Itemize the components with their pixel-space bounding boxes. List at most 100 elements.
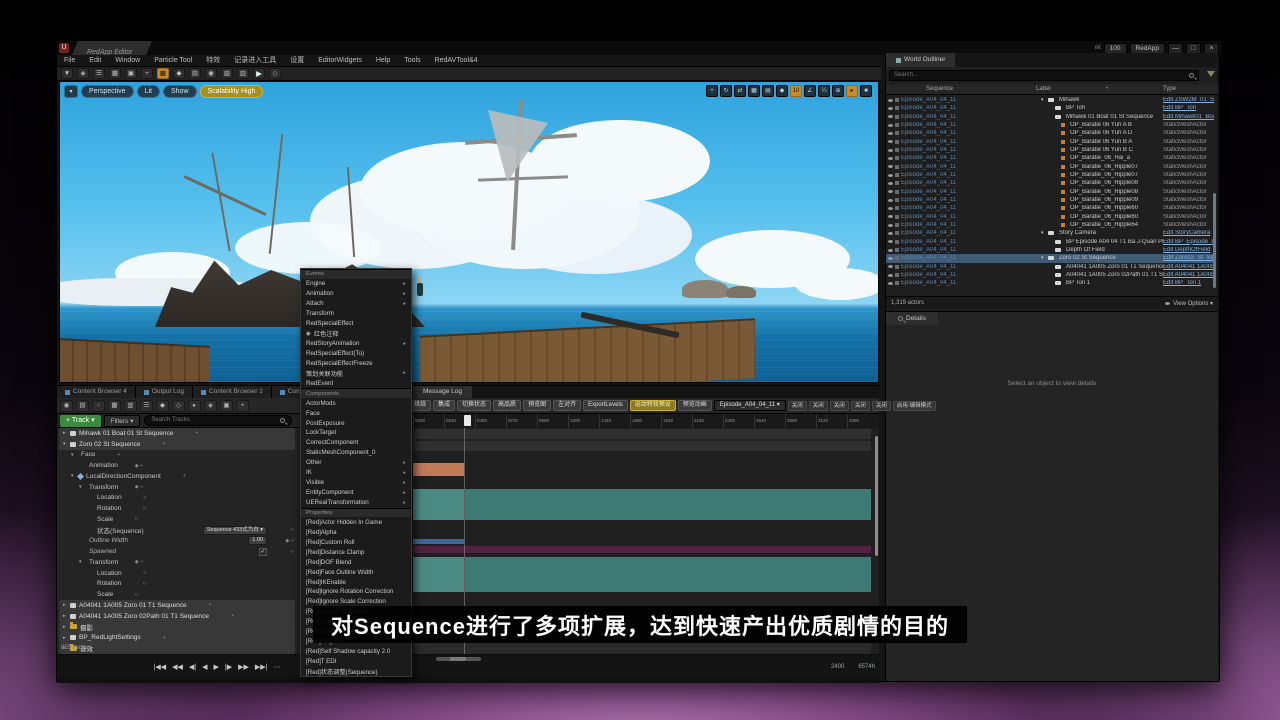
track-row[interactable]: ▸ 摄影 [59,622,295,633]
track-checkbox[interactable]: ✓ [259,548,267,556]
package-count-chip[interactable]: 100 [1104,43,1127,54]
type-cell[interactable]: Edit DepthOfField [1163,247,1214,253]
toolbar-icon[interactable]: ▤ [189,68,201,79]
context-menu-item[interactable]: [Red]状态调整(Sequence) [301,667,411,677]
track-row-controls[interactable]: ‹› [269,549,297,555]
viewport-tool-icon[interactable]: 10 [790,85,802,97]
context-menu-item[interactable]: [Red]Ignore Rotation Correction [301,587,411,597]
type-cell[interactable]: StaticMeshActor [1163,197,1214,203]
track-expand-icon[interactable]: ▾ [79,559,86,565]
scalability-badge[interactable]: Scalability High [200,85,264,98]
range-end[interactable]: 6574h [858,664,875,670]
type-cell[interactable]: Edit BP_Episode_A0 [1163,239,1214,245]
transport-button[interactable]: ▶▶ [238,663,249,673]
sequencer-tool-icon[interactable]: ▦ [108,400,121,412]
outliner-row[interactable]: Episode_A04_04_11 OP_Baratie 06 Yun A B … [886,121,1214,129]
viewport-tool-icon[interactable]: ⊕ [832,85,844,97]
episode-dropdown[interactable]: Episode_A04_04_11 ▾ [714,400,786,411]
expand-arrow-icon[interactable]: ▾ [1041,255,1046,261]
context-menu-item[interactable]: Other ▸ [301,458,411,468]
toolbar-icon[interactable]: ▼ [61,68,73,79]
mini-action-button[interactable]: 关闭 [809,401,828,411]
toolbar-icon[interactable]: ▣ [125,68,137,79]
outliner-row[interactable]: Episode_A04_04_11 OP_Baratie_06_Ripple09… [886,196,1214,204]
track-row-controls[interactable]: ◆ + [118,463,146,469]
lit-dropdown[interactable]: Lit [137,85,160,98]
viewport-tool-icon[interactable]: ▤ [762,85,774,97]
track-expand-icon[interactable]: ▸ [63,613,70,619]
eye-icon[interactable] [888,132,893,135]
viewport-tool-icon[interactable]: + [706,85,718,97]
toolbar-icon[interactable]: ▦ [109,68,121,79]
context-menu-item[interactable]: Properties [301,508,411,518]
menu-item[interactable]: 特效 [199,55,227,67]
context-menu-item[interactable]: IK ▸ [301,468,411,478]
outliner-row[interactable]: Episode_A04_04_11 Mihawk 01 Boat 01 St S… [886,113,1214,121]
column-type[interactable]: Type [1163,86,1218,92]
outliner-row[interactable]: Episode_A04_04_11 OP_Baratie_06_Ripple64… [886,221,1214,229]
sequencer-tool-icon[interactable]: ◇ [172,400,185,412]
sequencer-tool-icon[interactable]: ◉ [60,400,73,412]
timeline-horizontal-scrollbar[interactable] [436,657,481,661]
column-sequence[interactable]: Sequence [886,86,1036,92]
toolbar-icon[interactable]: ▧ [221,68,233,79]
dock-tab[interactable]: Content Browser 4 [57,386,136,398]
eye-icon[interactable] [888,149,893,152]
track-expand-icon[interactable]: ▸ [63,602,70,608]
close-button[interactable]: × [1204,43,1219,54]
tab-details[interactable]: Details [886,312,938,325]
type-cell[interactable]: StaticMeshActor [1163,130,1214,136]
track-row[interactable]: Spawned ✓ ‹› [57,546,297,557]
sequencer-tool-icon[interactable]: ▸ [188,400,201,412]
context-menu-item[interactable]: PostExposure [301,418,411,428]
timeline-vertical-scrollbar[interactable] [875,436,878,556]
track-row[interactable]: Scale ‹› [57,589,297,600]
track-expand-icon[interactable]: ▾ [71,452,78,458]
context-menu-item[interactable]: [Red]Self Shadow capacity 2.0 [301,647,411,657]
context-menu-item[interactable]: [Red]Alpha [301,527,411,537]
transport-button[interactable]: ◀ [202,663,207,673]
track-row-controls[interactable]: + [173,430,201,436]
type-cell[interactable]: StaticMeshActor [1163,147,1214,153]
context-menu-item[interactable]: Attach ▸ [301,299,411,309]
track-row[interactable]: ▸ A04041 1A005 Zoro 01 T1 Sequence + [59,600,295,611]
outliner-row[interactable]: Episode_A04_04_11 OP_Baratie_06_Hai_a St… [886,154,1214,162]
track-row-controls[interactable]: + [209,613,237,619]
context-menu-item[interactable]: [Red]Face Outline Width [301,567,411,577]
expand-arrow-icon[interactable]: ▾ [1041,97,1046,103]
outliner-row[interactable]: Episode_A04_04_11 OP_Baratie 06 Yun B A … [886,138,1214,146]
playhead-marker[interactable] [464,415,471,426]
preview-animation-button[interactable]: 预览动画 [678,400,712,411]
transport-button[interactable]: ▶ [214,663,219,673]
type-cell[interactable]: Edit Mihawk01_Boa [1163,114,1214,120]
type-cell[interactable]: StaticMeshActor [1163,172,1214,178]
track-expand-icon[interactable]: ▸ [63,635,70,641]
context-menu-item[interactable]: [Red]T EDI [301,657,411,667]
eye-icon[interactable] [888,124,893,127]
menu-item[interactable]: File [57,55,82,67]
outliner-row[interactable]: Episode_A04_04_11 OP_Baratie 06 Yun A D … [886,129,1214,137]
track-row[interactable]: ▾ LocalDirectionComponent + [57,471,297,482]
context-menu-item[interactable]: UERealTransformation ▸ [301,498,411,508]
action-button[interactable]: 运动特效预设 [630,400,676,411]
maximize-button[interactable]: □ [1186,43,1201,54]
mini-action-button[interactable]: 关闭 [830,401,849,411]
eye-icon[interactable] [888,157,893,160]
action-button[interactable]: 烘焙 [409,400,431,411]
track-row-controls[interactable]: ◆ ‹› [269,538,297,544]
type-cell[interactable]: Edit A04041 1A005 [1163,264,1214,270]
viewport-tool-icon[interactable]: ▦ [748,85,760,97]
eye-icon[interactable] [888,224,893,227]
viewport-tool-icon[interactable]: ⇄ [734,85,746,97]
clip-spawned-stripe[interactable] [413,546,871,553]
menu-item[interactable]: Particle Tool [147,55,199,67]
track-row-controls[interactable]: ‹› [113,592,141,598]
sequencer-tool-icon[interactable]: ▥ [124,400,137,412]
outliner-row[interactable]: Episode_A04_04_11 OP_Baratie 06 Yun B C … [886,146,1214,154]
track-row[interactable]: ▸ Mihawk 01 Boat 01 St Sequence + [59,428,295,439]
context-menu-item[interactable]: Face [301,408,411,418]
mini-action-button[interactable]: 关闭 [851,401,870,411]
toolbar-icon[interactable]: ◇ [269,68,281,79]
action-button[interactable]: 预览图 [523,400,551,411]
eye-icon[interactable] [888,240,893,243]
